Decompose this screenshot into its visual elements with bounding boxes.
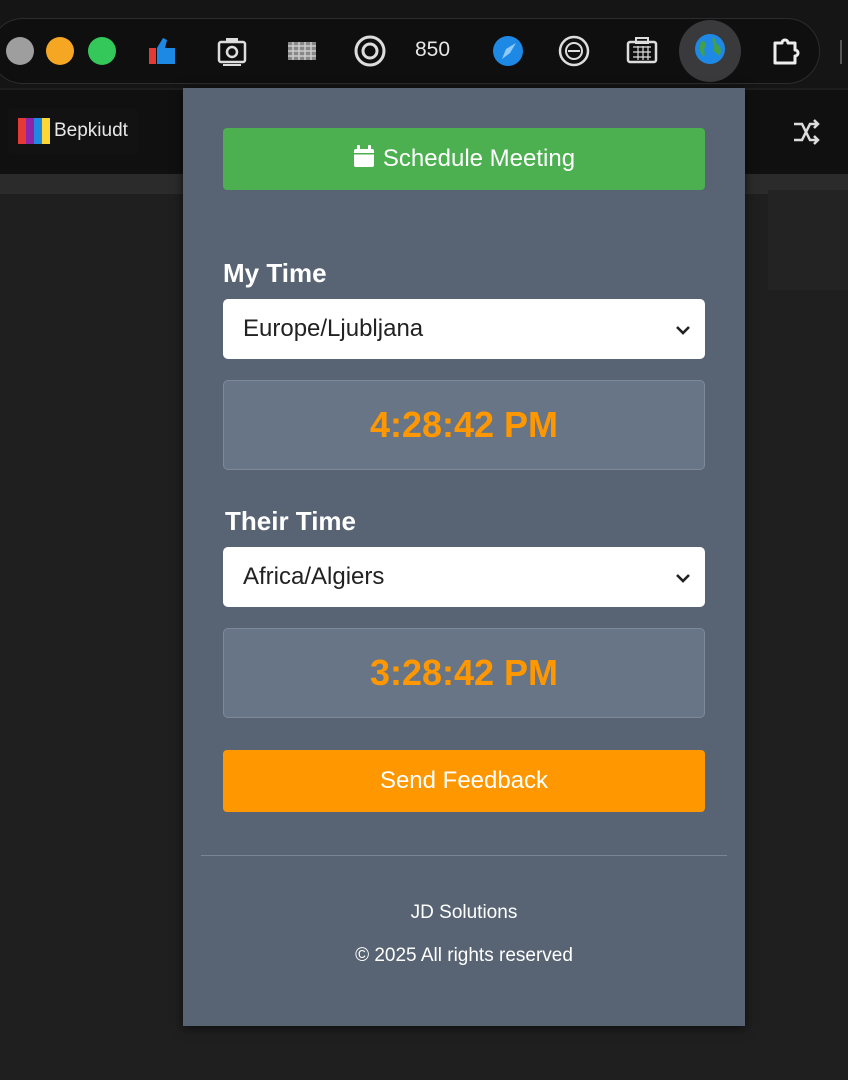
toolbar-divider: [840, 40, 842, 64]
browser-toolbar: 850: [0, 0, 848, 88]
window-dot-gray[interactable]: [0, 26, 40, 76]
globe-icon: [693, 32, 727, 71]
crossed-arrows-icon[interactable]: [786, 112, 826, 152]
chevron-down-icon: [675, 315, 691, 343]
window-dot-orange[interactable]: [40, 26, 80, 76]
site-name: Bepkiudt: [54, 120, 128, 141]
puzzle-icon[interactable]: [766, 26, 806, 76]
page-side-panel: [768, 190, 848, 290]
globe-extension-button[interactable]: [679, 20, 741, 82]
thumbs-up-icon[interactable]: [142, 26, 182, 76]
target-icon[interactable]: [350, 26, 390, 76]
footer-divider: [201, 855, 727, 856]
window-dot-green[interactable]: [82, 26, 122, 76]
my-timezone-select[interactable]: Europe/Ljubljana: [223, 299, 705, 359]
timezone-popup: Schedule Meeting My Time Europe/Ljubljan…: [183, 88, 745, 1026]
send-feedback-button[interactable]: Send Feedback: [223, 750, 705, 812]
schedule-meeting-label: Schedule Meeting: [382, 145, 576, 172]
camera-icon[interactable]: [212, 26, 252, 76]
site-logo-icon: [18, 118, 50, 144]
calendar-icon: [353, 144, 375, 175]
schedule-meeting-button[interactable]: Schedule Meeting: [223, 128, 705, 190]
pattern-icon[interactable]: [282, 26, 322, 76]
footer-copyright: © 2025 All rights reserved: [355, 945, 573, 966]
their-timezone-select[interactable]: Africa/Algiers: [223, 547, 705, 607]
my-timezone-value: Europe/Ljubljana: [243, 315, 424, 342]
footer-company: JD Solutions: [410, 902, 518, 923]
their-timezone-value: Africa/Algiers: [243, 563, 385, 590]
extension-counter[interactable]: 850: [415, 38, 450, 62]
their-time-display: 3:28:42 PM: [223, 628, 705, 718]
calendar-box-icon[interactable]: [622, 26, 662, 76]
their-time-label: Their Time: [225, 506, 357, 536]
compass-icon[interactable]: [488, 26, 528, 76]
site-logo[interactable]: Bepkiudt: [8, 108, 138, 154]
chevron-down-icon: [675, 563, 691, 591]
my-time-display: 4:28:42 PM: [223, 380, 705, 470]
badge-icon[interactable]: [554, 26, 594, 76]
my-time-label: My Time: [223, 258, 327, 288]
